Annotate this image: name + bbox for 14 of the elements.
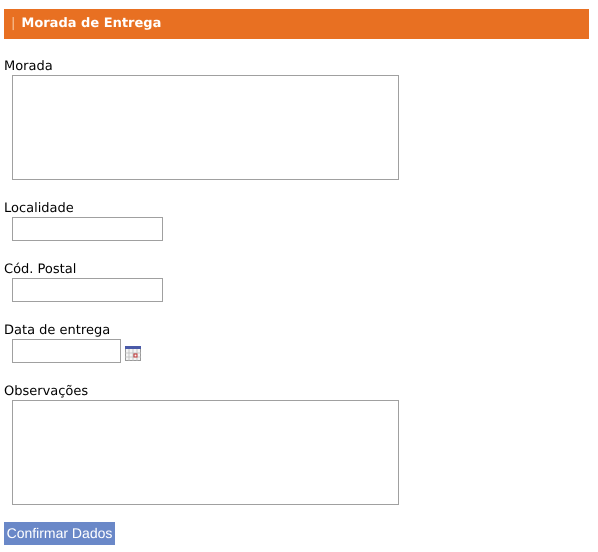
field-label: Morada	[4, 58, 54, 75]
field-label: Cód. Postal	[4, 261, 78, 278]
section-title: Morada de Entrega	[21, 15, 162, 34]
field-label: Data de entrega	[4, 322, 112, 339]
field-label: Localidade	[4, 200, 75, 217]
input-field[interactable]	[12, 217, 163, 241]
calendar-icon[interactable]	[125, 346, 141, 360]
text-area[interactable]	[12, 400, 399, 505]
header-marker: |	[11, 15, 16, 34]
text-area[interactable]	[12, 75, 399, 180]
date-field[interactable]	[12, 339, 121, 363]
field-label: Observações	[4, 383, 90, 400]
confirm-button[interactable]: Confirmar Dados	[4, 522, 115, 545]
input-field[interactable]	[12, 278, 163, 302]
